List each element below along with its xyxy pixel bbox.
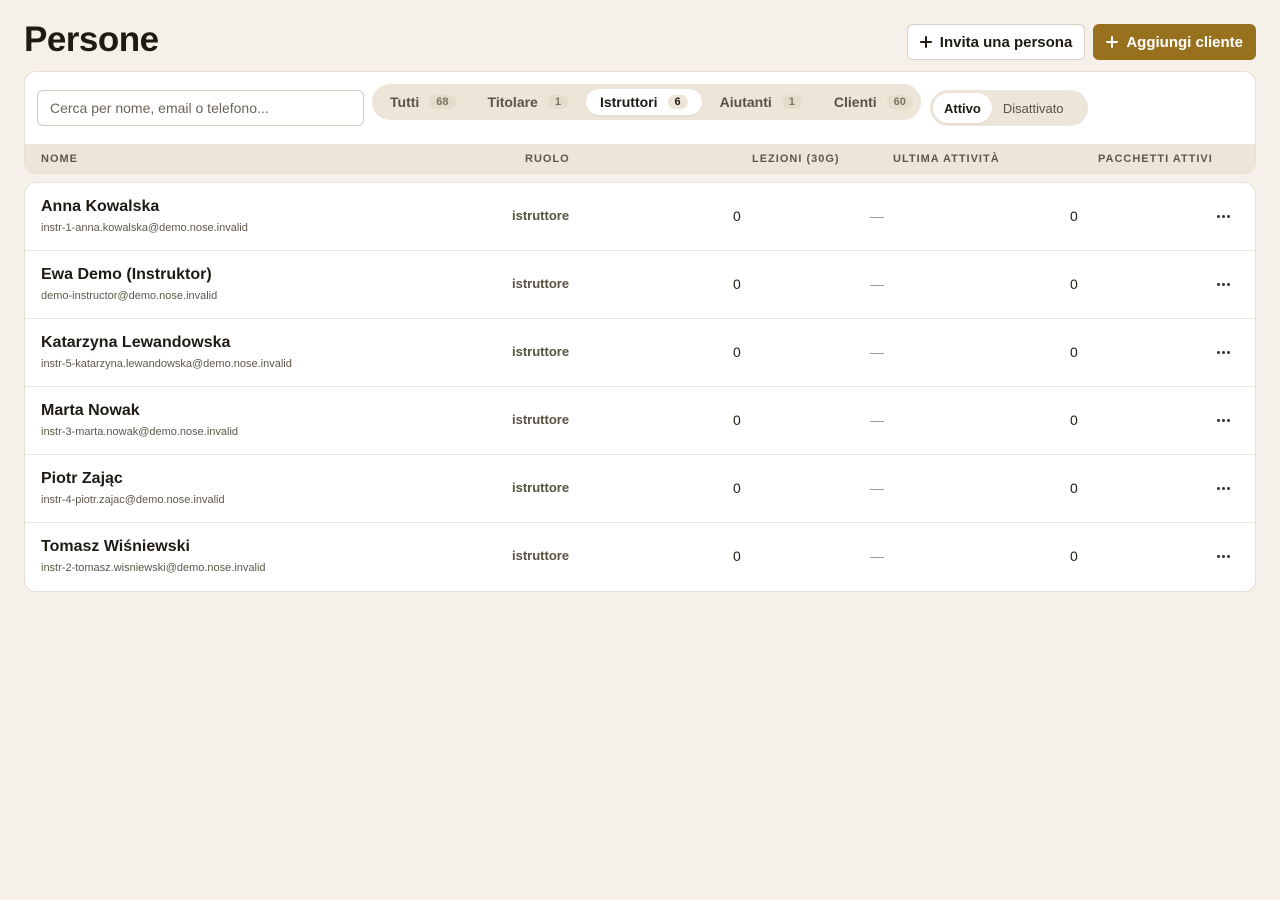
person-email: instr-2-tomasz.wisniewski@demo.nose.inva… bbox=[41, 562, 266, 574]
invite-person-button[interactable]: Invita una persona bbox=[906, 24, 1086, 60]
person-role: istruttore bbox=[512, 412, 570, 427]
header-actions: Invita una persona Aggiungi cliente bbox=[906, 24, 1256, 60]
active-packages: 0 bbox=[1070, 344, 1078, 360]
more-horizontal-icon[interactable] bbox=[1211, 545, 1235, 567]
table-header: NOME RUOLO LEZIONI (30G) ULTIMA ATTIVITÀ… bbox=[25, 144, 1255, 173]
table-row[interactable]: Tomasz Wiśniewski instr-2-tomasz.wisniew… bbox=[25, 523, 1255, 591]
tab-label: Clienti bbox=[833, 94, 877, 110]
table-row[interactable]: Piotr Zając instr-4-piotr.zajac@demo.nos… bbox=[25, 455, 1255, 523]
add-client-label: Aggiungi cliente bbox=[1126, 33, 1243, 51]
tab-label: Aiutanti bbox=[719, 94, 772, 110]
tab-label: Tutti bbox=[390, 94, 420, 110]
active-packages: 0 bbox=[1070, 208, 1078, 224]
more-horizontal-icon[interactable] bbox=[1211, 477, 1235, 499]
active-packages: 0 bbox=[1070, 276, 1078, 292]
tab-tutti[interactable]: Tutti 68 bbox=[376, 89, 470, 115]
count-badge: 60 bbox=[886, 95, 913, 109]
more-horizontal-icon[interactable] bbox=[1211, 273, 1235, 295]
tab-label: Istruttori bbox=[599, 94, 658, 110]
person-name[interactable]: Tomasz Wiśniewski bbox=[41, 538, 190, 556]
table-row[interactable]: Katarzyna Lewandowska instr-5-katarzyna.… bbox=[25, 319, 1255, 387]
tab-istruttori[interactable]: Istruttori 6 bbox=[585, 89, 702, 115]
lessons-count: 0 bbox=[733, 344, 741, 360]
person-email: demo-instructor@demo.nose.invalid bbox=[41, 290, 218, 302]
count-badge: 6 bbox=[667, 95, 688, 109]
active-packages: 0 bbox=[1070, 480, 1078, 496]
person-email: instr-1-anna.kowalska@demo.nose.invalid bbox=[41, 222, 248, 234]
more-horizontal-icon[interactable] bbox=[1211, 341, 1235, 363]
lessons-count: 0 bbox=[733, 548, 741, 564]
column-header-packages[interactable]: PACCHETTI ATTIVI bbox=[1098, 153, 1213, 165]
last-activity: — bbox=[870, 344, 884, 360]
filters-card: Tutti 68 Titolare 1 Istruttori 6 Aiutant… bbox=[24, 71, 1256, 174]
active-packages: 0 bbox=[1070, 412, 1078, 428]
column-header-last-activity[interactable]: ULTIMA ATTIVITÀ bbox=[893, 153, 1000, 165]
person-role: istruttore bbox=[512, 480, 570, 495]
people-page: Persone Invita una persona Aggiungi clie… bbox=[0, 0, 1280, 900]
status-inactive-option[interactable]: Disattivato bbox=[992, 93, 1075, 123]
add-client-button[interactable]: Aggiungi cliente bbox=[1093, 24, 1256, 60]
person-name[interactable]: Piotr Zając bbox=[41, 470, 123, 488]
status-active-option[interactable]: Attivo bbox=[933, 93, 992, 123]
last-activity: — bbox=[870, 412, 884, 428]
plus-icon bbox=[1106, 36, 1119, 48]
person-role: istruttore bbox=[512, 344, 570, 359]
tab-aiutanti[interactable]: Aiutanti 1 bbox=[706, 89, 816, 115]
column-header-name[interactable]: NOME bbox=[41, 153, 78, 165]
lessons-count: 0 bbox=[733, 276, 741, 292]
person-email: instr-5-katarzyna.lewandowska@demo.nose.… bbox=[41, 358, 292, 370]
table-row[interactable]: Marta Nowak instr-3-marta.nowak@demo.nos… bbox=[25, 387, 1255, 455]
lessons-count: 0 bbox=[733, 480, 741, 496]
person-name[interactable]: Katarzyna Lewandowska bbox=[41, 334, 230, 352]
last-activity: — bbox=[870, 548, 884, 564]
person-name[interactable]: Ewa Demo (Instruktor) bbox=[41, 266, 212, 284]
column-header-lessons[interactable]: LEZIONI (30G) bbox=[752, 153, 840, 165]
last-activity: — bbox=[870, 276, 884, 292]
lessons-count: 0 bbox=[733, 208, 741, 224]
count-badge: 1 bbox=[547, 95, 568, 109]
lessons-count: 0 bbox=[733, 412, 741, 428]
person-role: istruttore bbox=[512, 208, 570, 223]
last-activity: — bbox=[870, 480, 884, 496]
status-toggle: Attivo Disattivato bbox=[930, 90, 1088, 126]
plus-icon bbox=[919, 36, 932, 48]
role-filter-tabs: Tutti 68 Titolare 1 Istruttori 6 Aiutant… bbox=[372, 84, 921, 120]
person-name[interactable]: Anna Kowalska bbox=[41, 198, 159, 216]
table-row[interactable]: Anna Kowalska instr-1-anna.kowalska@demo… bbox=[25, 183, 1255, 251]
people-list: Anna Kowalska instr-1-anna.kowalska@demo… bbox=[24, 182, 1256, 592]
person-email: instr-3-marta.nowak@demo.nose.invalid bbox=[41, 426, 239, 438]
active-packages: 0 bbox=[1070, 548, 1078, 564]
page-title: Persone bbox=[24, 20, 159, 59]
count-badge: 68 bbox=[429, 95, 456, 109]
table-row[interactable]: Ewa Demo (Instruktor) demo-instructor@de… bbox=[25, 251, 1255, 319]
count-badge: 1 bbox=[781, 95, 802, 109]
person-email: instr-4-piotr.zajac@demo.nose.invalid bbox=[41, 494, 225, 506]
invite-person-label: Invita una persona bbox=[939, 33, 1073, 51]
search-input[interactable] bbox=[37, 90, 364, 126]
tab-clienti[interactable]: Clienti 60 bbox=[820, 89, 927, 115]
column-header-role[interactable]: RUOLO bbox=[525, 153, 570, 165]
tab-label: Titolare bbox=[487, 94, 538, 110]
person-role: istruttore bbox=[512, 276, 570, 291]
person-name[interactable]: Marta Nowak bbox=[41, 402, 140, 420]
tab-titolare[interactable]: Titolare 1 bbox=[474, 89, 582, 115]
more-horizontal-icon[interactable] bbox=[1211, 205, 1235, 227]
person-role: istruttore bbox=[512, 548, 570, 563]
more-horizontal-icon[interactable] bbox=[1211, 409, 1235, 431]
last-activity: — bbox=[870, 208, 884, 224]
